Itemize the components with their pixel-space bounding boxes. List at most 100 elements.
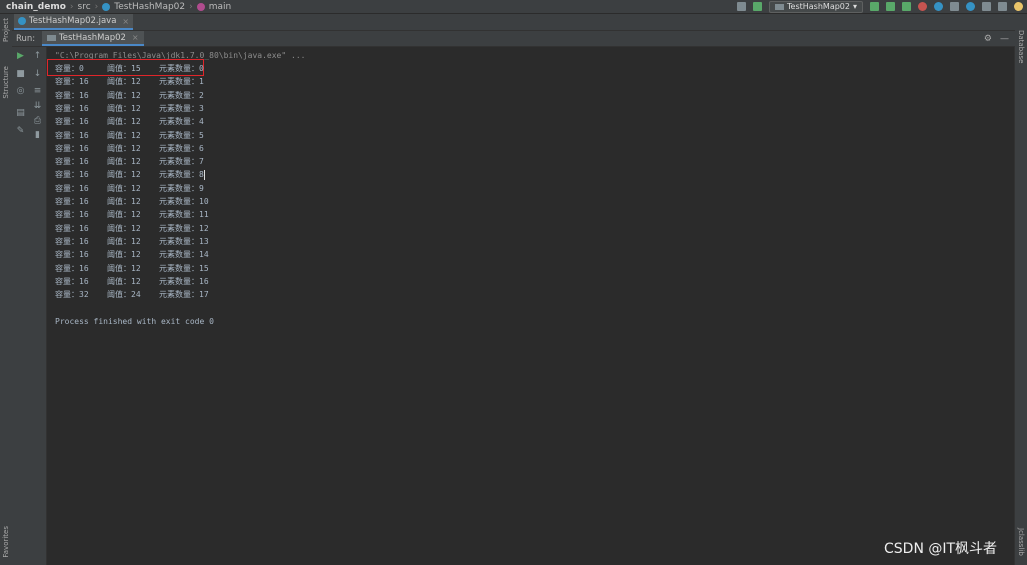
capacity-value: 容量：16 bbox=[55, 197, 89, 206]
console-line: 容量：16 阈值：12 元素数量：9 bbox=[55, 182, 204, 195]
element-count-value: 元素数量：11 bbox=[159, 210, 209, 220]
element-count-value: 元素数量：10 bbox=[159, 197, 209, 206]
element-count-value: 元素数量：9 bbox=[159, 183, 204, 193]
layout-icon[interactable]: ▤ bbox=[16, 109, 25, 118]
capacity-value: 容量：16 bbox=[55, 263, 89, 273]
database-tool-button[interactable]: Database bbox=[1017, 30, 1025, 63]
favorites-tool-button[interactable]: Favorites bbox=[2, 526, 10, 558]
console-line: 容量：16 阈值：12 元素数量：10 bbox=[55, 195, 209, 208]
breadcrumb-class[interactable]: TestHashMap02 bbox=[114, 2, 185, 12]
application-icon bbox=[47, 34, 56, 41]
threshold-value: 阈值：12 bbox=[107, 250, 141, 260]
project-tool-button[interactable]: Project bbox=[2, 18, 10, 42]
console-line: 容量：16 阈值：12 元素数量：12 bbox=[55, 222, 209, 235]
navigation-bar: chain_demo › src › TestHashMap02 › main … bbox=[0, 0, 1027, 14]
minimize-icon[interactable]: — bbox=[1000, 34, 1009, 44]
element-count-value: 元素数量：12 bbox=[159, 223, 209, 233]
user-icon[interactable] bbox=[737, 2, 746, 11]
console-line: 容量：16 阈值：12 元素数量：1 bbox=[55, 75, 204, 88]
trash-icon[interactable]: ▮ bbox=[33, 131, 42, 140]
console-line: 容量：16 阈值：12 元素数量：14 bbox=[55, 248, 209, 261]
console-line: 容量：16 阈值：12 元素数量：5 bbox=[55, 129, 204, 142]
coverage-icon[interactable] bbox=[902, 2, 911, 11]
search-icon[interactable] bbox=[982, 2, 991, 11]
threshold-value: 阈值：12 bbox=[107, 130, 141, 140]
element-count-value: 元素数量：6 bbox=[159, 143, 204, 153]
soft-wrap-icon[interactable]: ≡ bbox=[33, 87, 42, 96]
run-tab[interactable]: TestHashMap02 × bbox=[42, 31, 144, 46]
pin-icon[interactable]: ✎ bbox=[16, 127, 25, 136]
arrow-down-icon[interactable]: ↓ bbox=[33, 70, 42, 79]
threshold-value: 阈值：12 bbox=[107, 90, 141, 100]
jclasslib-tool-button[interactable]: Jclasslib bbox=[1017, 528, 1025, 556]
breadcrumb-separator: › bbox=[94, 1, 99, 12]
capacity-value: 容量：16 bbox=[55, 77, 89, 87]
rerun-icon[interactable]: ▶ bbox=[16, 52, 25, 61]
threshold-value: 阈值：12 bbox=[107, 223, 141, 233]
debug-icon[interactable] bbox=[886, 2, 895, 11]
console-line: 容量：16 阈值：12 元素数量：3 bbox=[55, 102, 204, 115]
application-icon bbox=[775, 3, 784, 10]
element-count-value: 元素数量：14 bbox=[159, 250, 209, 260]
element-count-value: 元素数量：17 bbox=[159, 290, 209, 300]
breadcrumb-project[interactable]: chain_demo bbox=[6, 2, 66, 12]
console-line: 容量：16 阈值：12 元素数量：2 bbox=[55, 89, 204, 102]
capacity-value: 容量：16 bbox=[55, 223, 89, 233]
threshold-value: 阈值：12 bbox=[107, 263, 141, 273]
element-count-value: 元素数量：16 bbox=[159, 276, 209, 286]
capacity-value: 容量：16 bbox=[55, 250, 89, 260]
profile-icon[interactable] bbox=[918, 2, 927, 11]
console-exit-message: Process finished with exit code 0 bbox=[55, 317, 214, 326]
element-count-value: 元素数量：2 bbox=[159, 90, 204, 100]
capacity-value: 容量：16 bbox=[55, 157, 89, 167]
capacity-value: 容量：16 bbox=[55, 90, 89, 100]
run-window-actions: ⚙ — bbox=[984, 31, 1009, 46]
element-count-value: 元素数量：1 bbox=[159, 77, 204, 87]
threshold-value: 阈值：12 bbox=[107, 276, 141, 286]
breadcrumb: chain_demo › src › TestHashMap02 › main bbox=[0, 2, 231, 12]
element-count-value: 元素数量：8 bbox=[159, 170, 204, 180]
plugin-icon[interactable] bbox=[1014, 2, 1023, 11]
console-output[interactable]: "C:\Program Files\Java\jdk1.7.0_80\bin\j… bbox=[47, 47, 1014, 565]
capacity-value: 容量：16 bbox=[55, 117, 89, 127]
java-class-icon bbox=[18, 17, 26, 25]
close-icon[interactable]: × bbox=[122, 17, 129, 26]
update-icon[interactable] bbox=[934, 2, 943, 11]
vcs-icon[interactable] bbox=[966, 2, 975, 11]
threshold-value: 阈值：12 bbox=[107, 236, 141, 246]
gear-icon[interactable]: ⚙ bbox=[984, 34, 992, 44]
capacity-value: 容量：16 bbox=[55, 143, 89, 153]
breadcrumb-method[interactable]: main bbox=[209, 2, 232, 12]
element-count-value: 元素数量：13 bbox=[159, 236, 209, 246]
stop-icon[interactable] bbox=[950, 2, 959, 11]
capacity-value: 容量：16 bbox=[55, 183, 89, 193]
editor-tab[interactable]: TestHashMap02.java × bbox=[14, 14, 134, 30]
watermark: CSDN @IT枫斗者 bbox=[884, 541, 998, 557]
threshold-value: 阈值：12 bbox=[107, 170, 141, 180]
main-toolbar: TestHashMap02 ▾ bbox=[737, 0, 1023, 13]
run-configuration-selector[interactable]: TestHashMap02 ▾ bbox=[769, 0, 863, 13]
console-line: 容量：16 阈值：12 元素数量：7 bbox=[55, 155, 204, 168]
structure-tool-button[interactable]: Structure bbox=[2, 66, 10, 99]
editor-tab-label: TestHashMap02.java bbox=[29, 16, 117, 26]
chevron-down-icon: ▾ bbox=[852, 2, 857, 11]
run-icon[interactable] bbox=[870, 2, 879, 11]
right-tool-strip: Database Jclasslib bbox=[1014, 14, 1027, 565]
arrow-up-icon[interactable]: ↑ bbox=[33, 52, 42, 61]
console-line: 容量：16 阈值：12 元素数量：15 bbox=[55, 262, 209, 275]
console-line: 容量：16 阈值：12 元素数量：8 bbox=[55, 168, 205, 181]
close-icon[interactable]: × bbox=[132, 33, 139, 42]
print-icon[interactable]: ⎙ bbox=[33, 117, 42, 126]
breadcrumb-folder[interactable]: src bbox=[78, 2, 91, 12]
gear-icon[interactable] bbox=[998, 2, 1007, 11]
threshold-value: 阈值：12 bbox=[107, 157, 141, 167]
capacity-value: 容量：32 bbox=[55, 290, 89, 300]
threshold-value: 阈值：12 bbox=[107, 143, 141, 153]
camera-icon[interactable]: ◎ bbox=[16, 87, 25, 96]
scroll-to-end-icon[interactable]: ⇊ bbox=[33, 102, 42, 111]
stop-icon[interactable]: ■ bbox=[16, 70, 25, 79]
threshold-value: 阈值：12 bbox=[107, 210, 141, 220]
build-hammer-icon[interactable] bbox=[753, 2, 762, 11]
console-line: 容量：32 阈值：24 元素数量：17 bbox=[55, 288, 209, 301]
element-count-value: 元素数量：15 bbox=[159, 263, 209, 273]
